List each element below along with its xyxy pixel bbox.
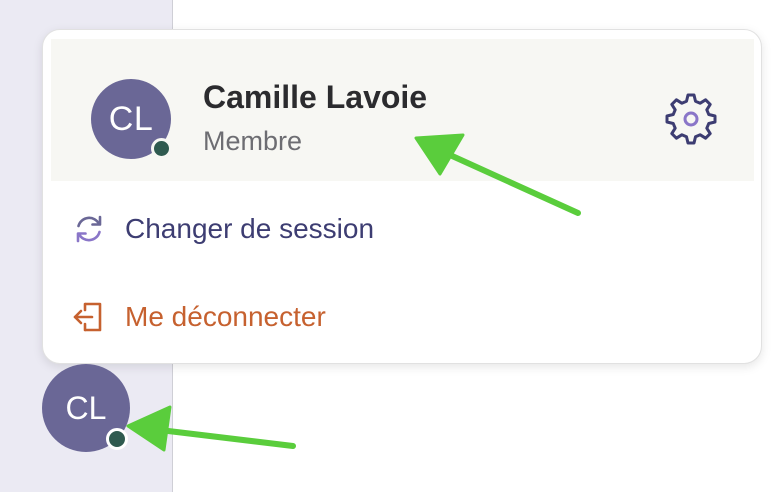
sidebar-account-avatar-button[interactable]: CL <box>42 364 130 452</box>
account-menu-popover: CL Camille Lavoie Membre Changer de sess… <box>42 29 762 364</box>
switch-session-menu-item[interactable]: Changer de session <box>71 207 374 251</box>
online-status-indicator <box>106 428 128 450</box>
profile-header: CL Camille Lavoie Membre <box>51 39 754 181</box>
screen: CL Camille Lavoie Membre Changer de sess… <box>0 0 784 492</box>
gear-icon <box>665 93 717 145</box>
user-avatar: CL <box>91 79 172 159</box>
refresh-icon <box>71 211 107 247</box>
switch-session-label: Changer de session <box>125 213 375 244</box>
logout-label: Me déconnecter <box>125 301 326 332</box>
avatar-initials: CL <box>108 100 154 138</box>
user-role: Membre <box>203 126 303 156</box>
user-name: Camille Lavoie <box>203 79 428 115</box>
settings-button[interactable] <box>661 89 721 149</box>
avatar-initials: CL <box>65 390 107 426</box>
logout-door-icon <box>71 299 107 335</box>
online-status-indicator <box>151 138 172 159</box>
logout-menu-item[interactable]: Me déconnecter <box>71 295 326 339</box>
